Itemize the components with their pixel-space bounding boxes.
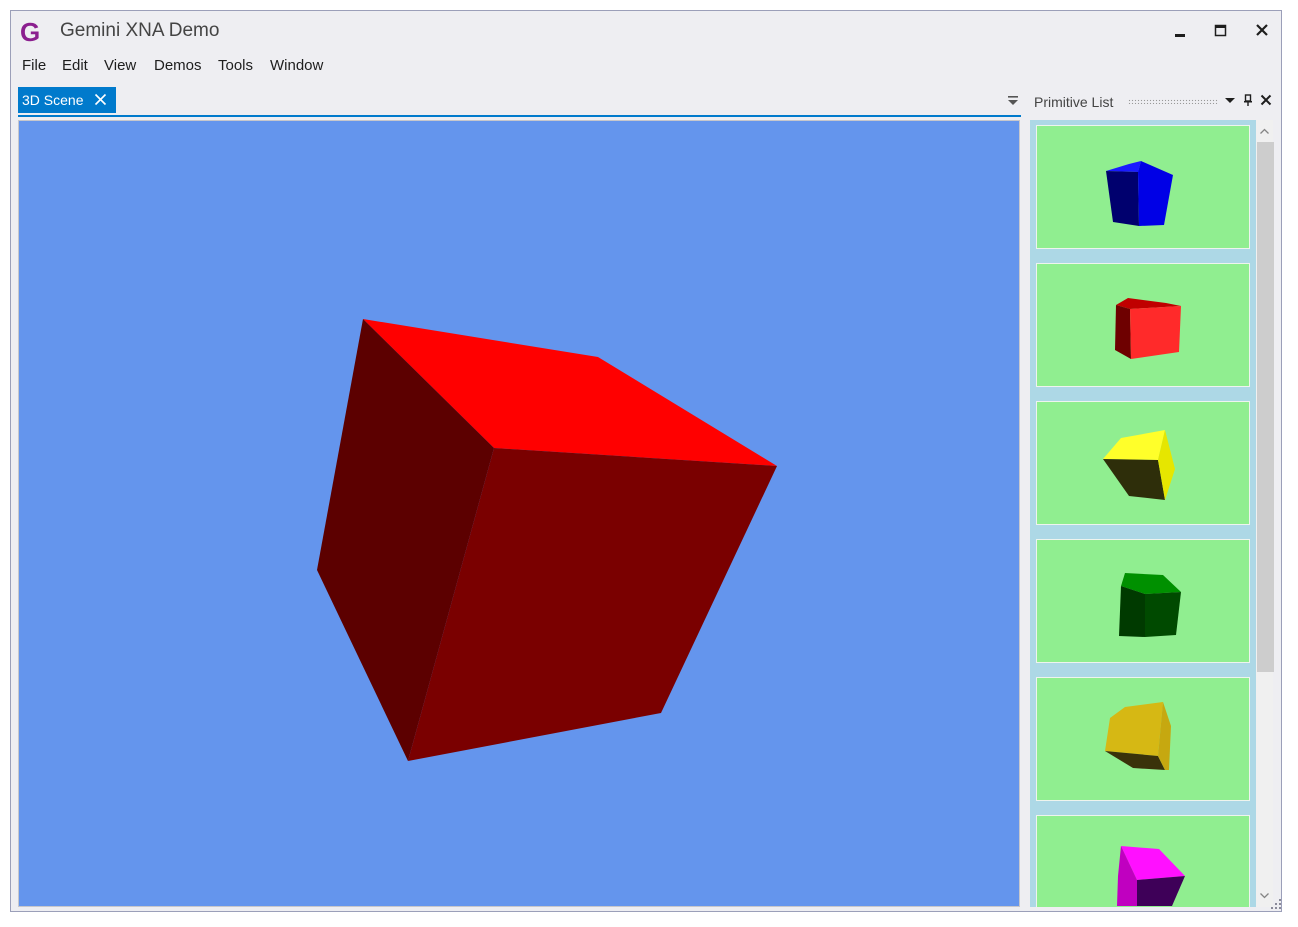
close-icon[interactable]	[1260, 94, 1272, 106]
svg-text:G: G	[20, 17, 40, 45]
scroll-up-icon[interactable]	[1259, 126, 1270, 137]
list-item-blue-cube[interactable]	[1036, 125, 1250, 249]
menu-view[interactable]: View	[104, 55, 136, 77]
menu-file[interactable]: File	[22, 55, 46, 77]
pin-icon[interactable]	[1242, 94, 1254, 106]
dropdown-icon[interactable]	[1224, 94, 1236, 106]
maximize-icon	[1214, 24, 1227, 37]
primitive-list-header: Primitive List	[1030, 87, 1278, 115]
minimize-button[interactable]	[1166, 20, 1194, 42]
red-cube-thumbnail	[1115, 298, 1181, 359]
list-item-green-cube[interactable]	[1036, 539, 1250, 663]
minimize-icon	[1175, 34, 1185, 37]
blue-cube-thumbnail	[1106, 161, 1173, 226]
gold-cube-thumbnail	[1105, 702, 1171, 770]
panel-drag-grip[interactable]	[1128, 99, 1218, 104]
maximize-button[interactable]	[1207, 20, 1235, 42]
list-item-magenta-cube[interactable]	[1036, 815, 1250, 907]
scene-viewport[interactable]	[18, 120, 1020, 907]
close-window-button[interactable]	[1248, 20, 1276, 42]
list-item-red-cube[interactable]	[1036, 263, 1250, 387]
window-title: Gemini XNA Demo	[60, 20, 220, 41]
close-icon	[1256, 24, 1268, 36]
menu-demos[interactable]: Demos	[154, 55, 202, 77]
title-bar[interactable]: G Gemini XNA Demo	[11, 11, 1281, 51]
magenta-cube-thumbnail	[1117, 846, 1185, 906]
app-window: G Gemini XNA Demo File Edit View Demos T…	[10, 10, 1282, 912]
panel-title: Primitive List	[1034, 94, 1114, 110]
tab-overflow-icon[interactable]	[1007, 95, 1019, 107]
resize-grip-icon[interactable]	[1269, 897, 1283, 911]
primitive-list-scrollbar[interactable]	[1256, 120, 1274, 907]
yellow-cube-thumbnail	[1103, 430, 1175, 500]
menu-edit[interactable]: Edit	[62, 55, 88, 77]
tab-label: 3D Scene	[22, 92, 84, 108]
tab-3d-scene[interactable]: 3D Scene	[18, 87, 116, 113]
list-item-yellow-cube[interactable]	[1036, 401, 1250, 525]
green-cube-thumbnail	[1119, 573, 1181, 637]
g-logo-icon: G	[20, 17, 40, 45]
menu-tools[interactable]: Tools	[218, 55, 253, 77]
close-tab-icon[interactable]	[94, 93, 107, 106]
primitive-list	[1030, 120, 1256, 907]
scroll-thumb[interactable]	[1257, 142, 1274, 672]
menu-window[interactable]: Window	[270, 55, 323, 77]
document-tab-strip: 3D Scene	[18, 87, 1021, 117]
list-item-gold-cube[interactable]	[1036, 677, 1250, 801]
red-cube-render	[317, 319, 777, 761]
